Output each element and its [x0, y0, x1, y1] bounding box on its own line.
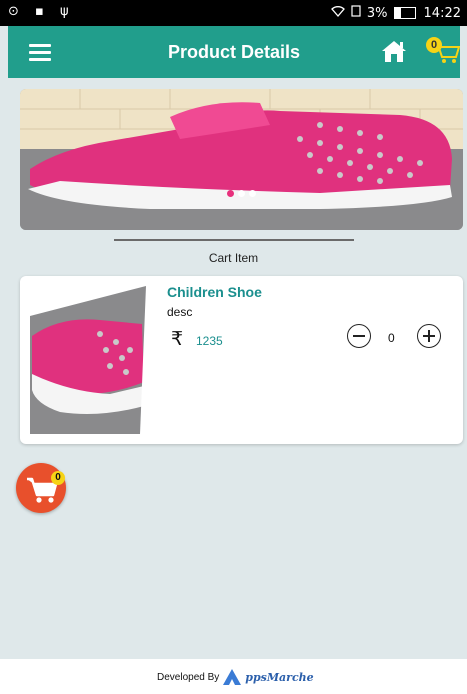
cart-count-badge: 0: [426, 37, 442, 53]
section-divider: [114, 239, 354, 241]
appsmarche-logo-icon[interactable]: [223, 669, 242, 685]
developed-by-text: Developed By: [157, 671, 220, 683]
shoe-thumbnail-image: [30, 286, 146, 434]
footer: Developed By ppsMarche: [0, 659, 467, 694]
footer-credit: Developed By ppsMarche: [157, 669, 314, 685]
carousel-dot[interactable]: [249, 190, 256, 197]
shoe-banner-image: [20, 89, 463, 230]
wifi-icon: [330, 5, 345, 21]
cart-count-badge: 0: [51, 471, 65, 485]
product-thumbnail[interactable]: [30, 286, 146, 434]
battery-percent: 3%: [366, 5, 388, 21]
increase-quantity-button[interactable]: [417, 324, 441, 348]
carousel-dot[interactable]: [227, 190, 234, 197]
cart-item-card[interactable]: Children Shoe desc ₹ 1235 0: [20, 276, 463, 444]
status-icons: ⊙ ▪ ψ: [8, 4, 75, 19]
section-title: Cart Item: [208, 251, 259, 265]
product-name[interactable]: Children Shoe: [167, 284, 262, 300]
carousel-indicators: [20, 184, 463, 202]
product-price: 1235: [196, 334, 223, 348]
battery-icon: [393, 7, 416, 19]
brand-name[interactable]: ppsMarche: [245, 671, 313, 684]
clock: 14:22: [423, 5, 461, 21]
app-bar: Product Details 0: [8, 26, 461, 78]
carousel-dot[interactable]: [238, 190, 245, 197]
product-description: desc: [167, 305, 193, 319]
sim-icon: [351, 5, 361, 21]
status-bar: ⊙ ▪ ψ 3% 14:22: [0, 0, 467, 26]
cart-button[interactable]: 0: [426, 37, 461, 65]
product-image-carousel[interactable]: [20, 89, 463, 230]
cart-fab-button[interactable]: 0: [16, 463, 66, 513]
home-icon[interactable]: [380, 39, 408, 63]
quantity-value: 0: [388, 331, 395, 345]
decrease-quantity-button[interactable]: [347, 324, 371, 348]
status-right: 3% 14:22: [330, 5, 461, 21]
rupee-icon: ₹: [171, 329, 184, 350]
